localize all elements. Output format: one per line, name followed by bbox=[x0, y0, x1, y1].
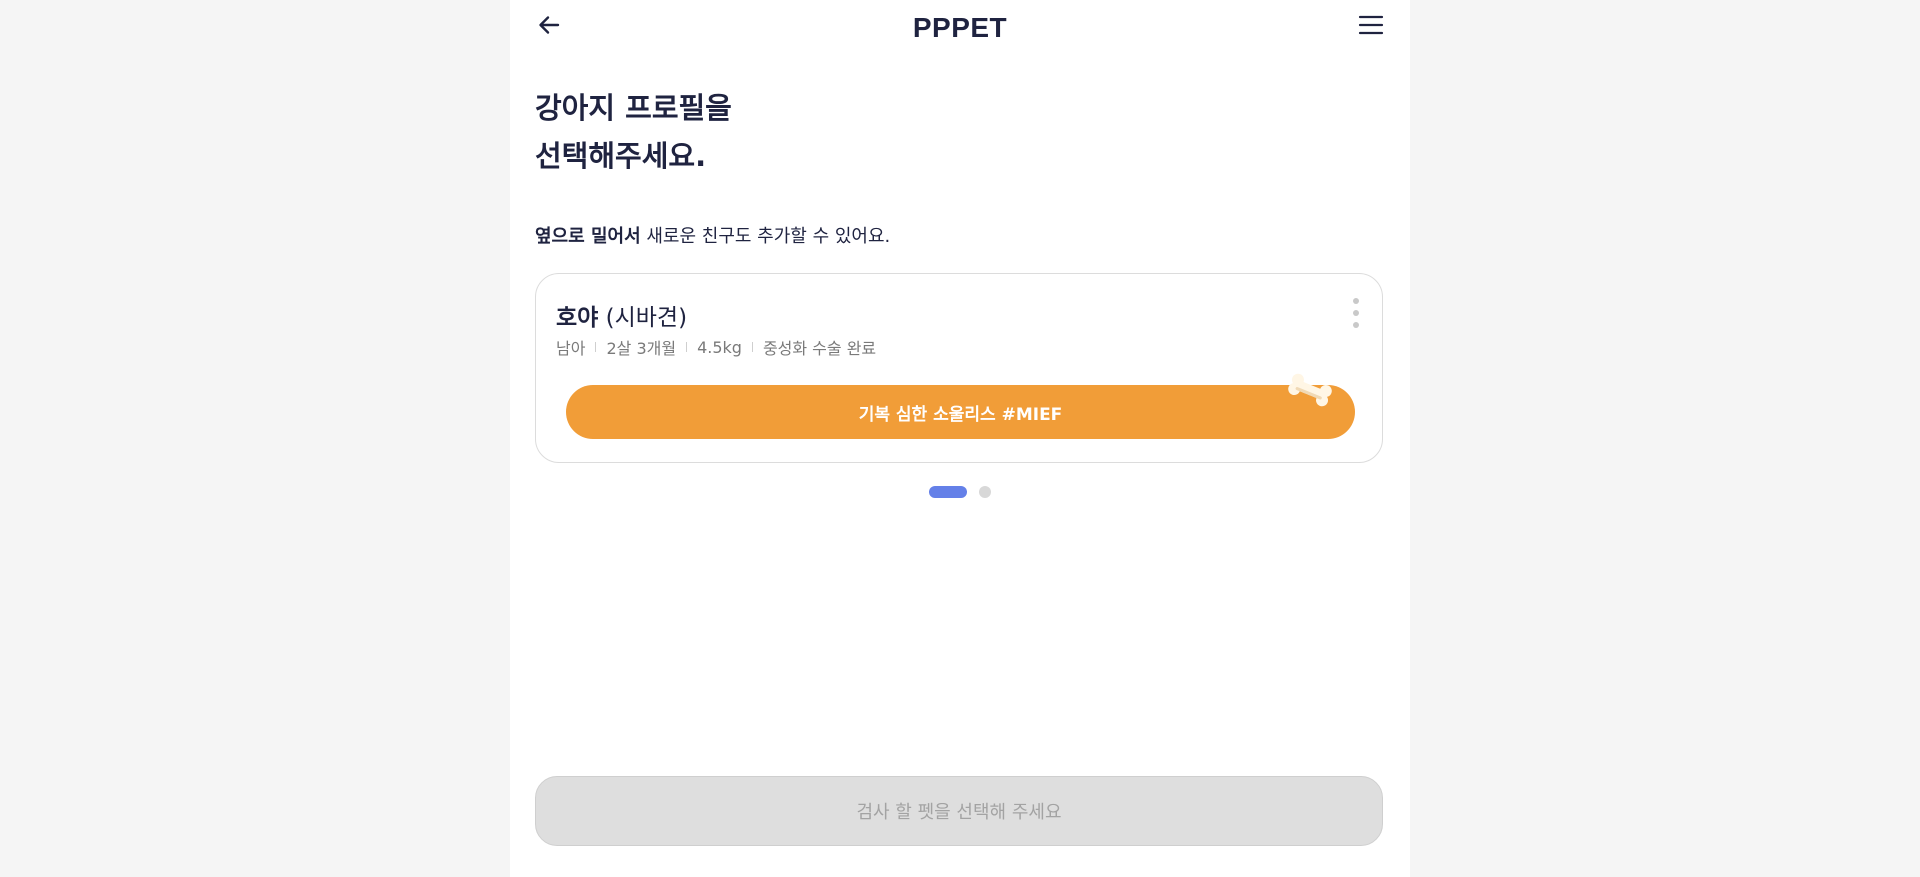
app-container: PPPET 강아지 프로필을 선택해주세요. 옆으로 밀어서 새로운 친구도 추… bbox=[510, 0, 1410, 877]
divider bbox=[686, 342, 688, 352]
swipe-hint-bold: 옆으로 밀어서 bbox=[535, 226, 641, 247]
pet-info: 남아 2살 3개월 4.5kg 중성화 수술 완료 bbox=[556, 335, 876, 359]
hamburger-menu-icon bbox=[1358, 14, 1384, 40]
divider bbox=[595, 342, 597, 352]
pet-breed: (시바견) bbox=[605, 305, 688, 331]
page-title-line1: 강아지 프로필을 bbox=[535, 91, 732, 125]
pet-age: 2살 3개월 bbox=[606, 339, 677, 358]
pet-name: 호야 (시바견) bbox=[556, 298, 687, 332]
more-options-button[interactable] bbox=[1348, 298, 1364, 328]
carousel-pager bbox=[510, 486, 1410, 498]
more-vertical-icon bbox=[1353, 298, 1359, 304]
submit-button[interactable]: 검사 할 펫을 선택해 주세요 bbox=[535, 776, 1383, 846]
pager-dot-2[interactable] bbox=[979, 486, 991, 498]
menu-button[interactable] bbox=[1356, 12, 1386, 42]
pet-tag-button[interactable]: 기복 심한 소울리스 #MIEF bbox=[566, 385, 1355, 439]
swipe-hint-text: 새로운 친구도 추가할 수 있어요. bbox=[640, 226, 891, 247]
page-title: 강아지 프로필을 선택해주세요. bbox=[535, 84, 732, 180]
app-logo: PPPET bbox=[912, 12, 1008, 43]
pet-profile-card[interactable]: 호야 (시바견) 남아 2살 3개월 4.5kg 중성화 수술 완료 기복 심한… bbox=[535, 273, 1383, 463]
pet-gender: 남아 bbox=[556, 339, 586, 358]
pet-neutered: 중성화 수술 완료 bbox=[762, 339, 877, 358]
divider bbox=[751, 342, 753, 352]
swipe-hint: 옆으로 밀어서 새로운 친구도 추가할 수 있어요. bbox=[535, 222, 890, 248]
page-title-line2: 선택해주세요. bbox=[535, 139, 707, 173]
pet-name-text: 호야 bbox=[556, 305, 599, 331]
bone-icon bbox=[1284, 370, 1336, 414]
header: PPPET bbox=[510, 0, 1410, 56]
pet-weight: 4.5kg bbox=[697, 337, 742, 357]
pager-dot-1[interactable] bbox=[929, 486, 967, 498]
